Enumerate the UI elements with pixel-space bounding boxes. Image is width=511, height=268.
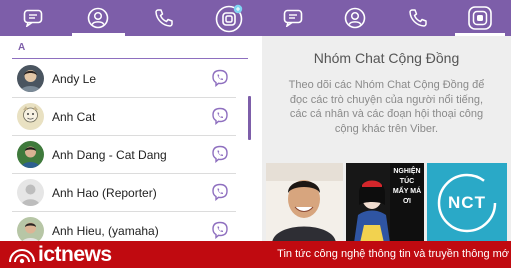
tab-calls[interactable] — [387, 0, 449, 36]
public-chats-icon — [468, 6, 492, 30]
public-chat-card[interactable]: NCT — [427, 163, 507, 243]
contact-name: Anh Hieu, (yamaha) — [52, 224, 159, 238]
right-tab-bar — [262, 0, 511, 36]
chat-icon — [283, 9, 303, 27]
chat-icon — [23, 9, 43, 27]
avatar — [17, 141, 44, 168]
ictnews-logo-icon — [9, 249, 35, 264]
tab-public-chats[interactable] — [197, 0, 263, 36]
contact-name: Anh Dang - Cat Dang — [52, 148, 167, 162]
tab-chats[interactable] — [262, 0, 324, 36]
public-chats-icon — [215, 4, 243, 33]
banner-tagline: Tin tức công nghệ thông tin và truyền th… — [277, 248, 509, 260]
contacts-icon — [87, 7, 109, 29]
left-tab-bar — [0, 0, 262, 36]
viber-call-icon[interactable] — [211, 107, 229, 130]
public-chats-panel: Nhóm Chat Cộng Đồng Theo dõi các Nhóm Ch… — [262, 0, 511, 268]
tab-contacts[interactable] — [66, 0, 132, 36]
contact-row[interactable]: Anh Cat — [0, 98, 248, 136]
news-banner: ictnews Tin tức công nghệ thông tin và t… — [0, 241, 511, 268]
viber-call-icon[interactable] — [211, 69, 229, 92]
public-chat-card[interactable] — [266, 163, 343, 243]
contacts-icon — [345, 7, 366, 29]
public-chats-title: Nhóm Chat Cộng Đồng — [313, 50, 460, 66]
tab-calls[interactable] — [131, 0, 197, 36]
contact-row[interactable]: Andy Le — [0, 60, 248, 98]
public-chats-description: Theo dõi các Nhóm Chat Cộng Đồng để đọc … — [288, 79, 485, 135]
contact-name: Anh Hao (Reporter) — [52, 186, 157, 200]
call-icon — [408, 9, 427, 27]
section-divider — [12, 58, 248, 59]
contact-name: Andy Le — [52, 72, 97, 86]
tab-contacts[interactable] — [324, 0, 386, 36]
call-icon — [155, 9, 173, 27]
contact-name: Anh Cat — [52, 110, 96, 124]
public-chat-cards: NGHIỆN TÚC MẤY MÁ ƠI NCT — [262, 163, 511, 243]
section-letter: A — [18, 42, 26, 53]
avatar — [17, 103, 44, 130]
contact-row[interactable]: Anh Dang - Cat Dang — [0, 136, 248, 174]
tab-public-chats[interactable] — [449, 0, 511, 36]
viber-call-icon[interactable] — [211, 145, 229, 168]
contact-row[interactable]: Anh Hao (Reporter) — [0, 174, 248, 212]
avatar — [17, 179, 44, 206]
card-label: NGHIỆN TÚC MẤY MÁ ƠI — [392, 168, 422, 205]
viber-call-icon[interactable] — [211, 183, 229, 206]
list-scrollbar[interactable] — [248, 96, 251, 140]
card-label: NCT — [448, 193, 486, 212]
avatar — [17, 217, 44, 244]
brand-name: ictnews — [38, 243, 112, 266]
public-chat-card[interactable]: NGHIỆN TÚC MẤY MÁ ƠI — [346, 163, 424, 243]
contacts-panel: A Andy Le Anh Cat Anh Dang - Cat Dang An… — [0, 0, 262, 268]
avatar — [17, 65, 44, 92]
section-header-a: A — [0, 36, 262, 60]
tab-chats[interactable] — [0, 0, 66, 36]
